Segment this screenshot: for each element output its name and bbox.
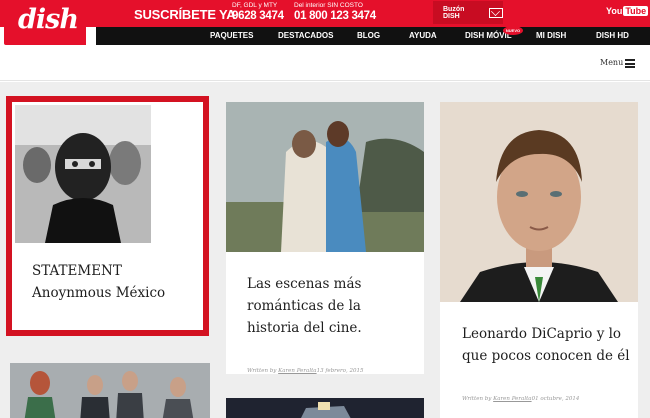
post-title[interactable]: Leonardo DiCaprio y lo que pocos conocen… [462, 323, 632, 367]
nav-item-paquetes[interactable]: PAQUETES [210, 31, 253, 40]
author-link[interactable]: Karen Peralta [278, 368, 316, 374]
blog-grid: STATEMENT Anoynmous México Las escenas m… [0, 82, 650, 418]
phone-interior-number: 01 800 123 3474 [294, 10, 376, 22]
logo-text: dish [18, 4, 79, 35]
nav-item-dish-hd[interactable]: DISH HD [596, 31, 629, 40]
nav-item-ayuda[interactable]: AYUDA [409, 31, 437, 40]
dish-logo[interactable]: dish [4, 0, 86, 45]
post-image-kiss-in-rain[interactable] [226, 102, 424, 252]
post-meta: Written by Karen Peralta13 febrero, 2015 [247, 368, 364, 374]
nav-item-mi-dish[interactable]: MI DISH [536, 31, 566, 40]
site-header: dish SUSCRÍBETE YA DF, GDL y MTY 9628 34… [0, 0, 650, 45]
post-card-statement[interactable]: STATEMENT Anoynmous México [6, 96, 209, 336]
mail-icon [489, 7, 503, 18]
post-card-romantic-scenes[interactable]: Las escenas más románticas de la histori… [226, 102, 424, 374]
mailbox-button[interactable]: Buzón DISH [433, 1, 503, 24]
author-link[interactable]: Karen Peralta [493, 396, 531, 402]
post-title[interactable]: Las escenas más románticas de la histori… [247, 273, 417, 339]
mailbox-label: Buzón DISH [443, 5, 465, 20]
post-image-dicaprio-portrait[interactable] [440, 102, 638, 302]
post-image-movie-car[interactable] [226, 398, 424, 418]
hamburger-icon[interactable] [625, 59, 635, 68]
phone-interior-label: Del interior SIN COSTO [294, 2, 363, 9]
post-meta: Written by Karen Peralta01 octubre, 2014 [462, 396, 580, 402]
nav-item-destacados[interactable]: DESTACADOS [278, 31, 333, 40]
post-card-mad-men[interactable] [10, 363, 210, 418]
phone-local[interactable]: DF, GDL y MTY 9628 3474 [232, 2, 284, 23]
menu-label[interactable]: Menu [600, 58, 623, 67]
post-image-masked-protester[interactable] [15, 105, 151, 243]
post-card-dicaprio[interactable]: Leonardo DiCaprio y lo que pocos conocen… [440, 102, 638, 418]
menu-bar: Menu [0, 45, 650, 81]
youtube-link[interactable]: You Tube [606, 6, 649, 16]
new-badge: NUEVO [503, 26, 523, 35]
youtube-tube: Tube [623, 6, 649, 16]
nav-item-blog[interactable]: BLOG [357, 31, 380, 40]
post-card-back-to-future[interactable] [226, 398, 424, 418]
phone-local-label: DF, GDL y MTY [232, 2, 278, 9]
post-image-group-cast[interactable] [10, 363, 210, 418]
subscribe-link[interactable]: SUSCRÍBETE YA [134, 7, 236, 22]
phone-interior[interactable]: Del interior SIN COSTO 01 800 123 3474 [294, 2, 376, 23]
youtube-you: You [606, 6, 623, 16]
phone-local-number: 9628 3474 [232, 10, 284, 22]
post-title[interactable]: STATEMENT Anoynmous México [32, 260, 202, 304]
main-nav: PAQUETES DESTACADOS BLOG AYUDA DISH MÓVI… [96, 26, 650, 45]
